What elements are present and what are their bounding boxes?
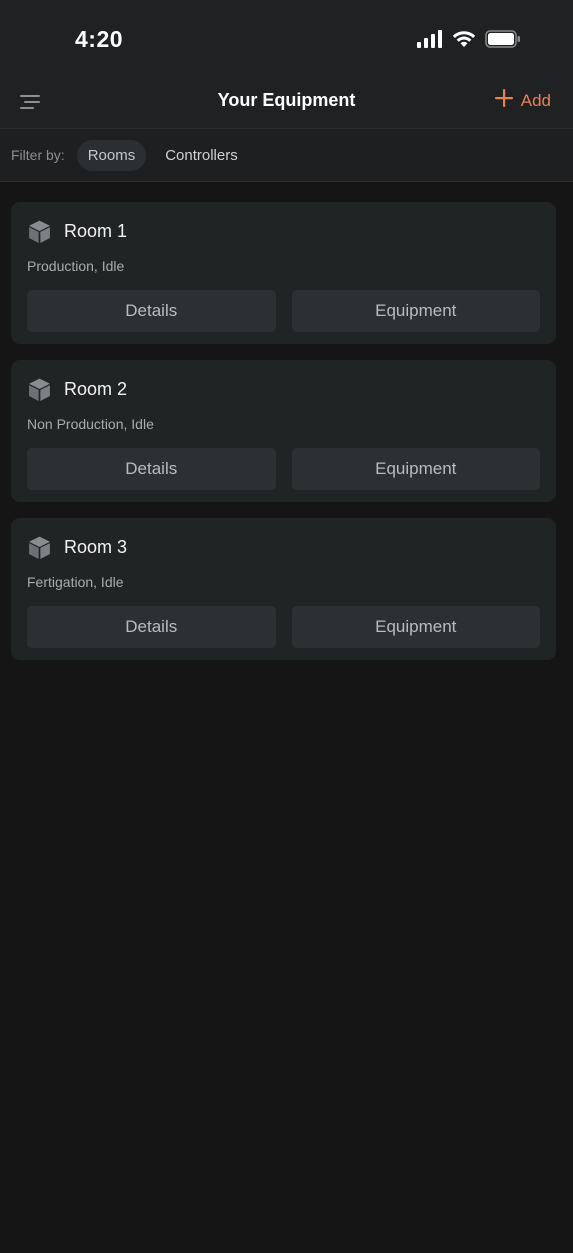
room-status: Production, Idle — [27, 258, 125, 274]
equipment-button[interactable]: Equipment — [291, 606, 540, 648]
app-header: Your Equipment Add — [0, 76, 573, 129]
room-card: Room 3 Fertigation, Idle Details Equipme… — [11, 518, 556, 660]
cube-icon — [27, 377, 52, 402]
room-header: Room 1 — [27, 216, 540, 246]
add-button[interactable]: Add — [494, 88, 551, 113]
room-list: Room 1 Production, Idle Details Equipmen… — [0, 182, 573, 660]
room-name: Room 3 — [64, 536, 128, 557]
wifi-icon — [452, 30, 476, 53]
status-time: 4:20 — [75, 26, 124, 52]
room-status: Non Production, Idle — [27, 416, 154, 432]
equipment-button[interactable]: Equipment — [291, 448, 540, 490]
room-status: Fertigation, Idle — [27, 574, 124, 590]
room-name: Room 1 — [64, 220, 128, 241]
filter-chip-rooms[interactable]: Rooms — [76, 139, 147, 171]
room-card: Room 1 Production, Idle Details Equipmen… — [11, 202, 556, 344]
page-title: Your Equipment — [217, 90, 356, 110]
room-actions: Details Equipment — [27, 606, 540, 648]
room-card: Room 2 Non Production, Idle Details Equi… — [11, 360, 556, 502]
filter-bar: Filter by: Rooms Controllers — [0, 129, 573, 182]
battery-icon — [485, 30, 521, 53]
room-actions: Details Equipment — [27, 448, 540, 490]
cube-icon — [27, 219, 52, 244]
cellular-signal-icon — [417, 30, 443, 53]
details-button[interactable]: Details — [27, 290, 276, 332]
room-header: Room 2 — [27, 374, 540, 404]
details-button[interactable]: Details — [27, 606, 276, 648]
equipment-button[interactable]: Equipment — [291, 290, 540, 332]
room-actions: Details Equipment — [27, 290, 540, 332]
filter-label: Filter by: — [11, 147, 65, 163]
room-header: Room 3 — [27, 532, 540, 562]
plus-icon — [494, 88, 514, 113]
add-label: Add — [520, 90, 551, 110]
details-button[interactable]: Details — [27, 448, 276, 490]
app-screen: 4:20 Your Equipment Add Filter by: Rooms… — [0, 0, 573, 1253]
room-name: Room 2 — [64, 378, 128, 399]
status-bar: 4:20 — [0, 0, 573, 76]
filter-chip-controllers[interactable]: Controllers — [154, 140, 249, 171]
status-icons — [417, 30, 521, 53]
cube-icon — [27, 535, 52, 560]
